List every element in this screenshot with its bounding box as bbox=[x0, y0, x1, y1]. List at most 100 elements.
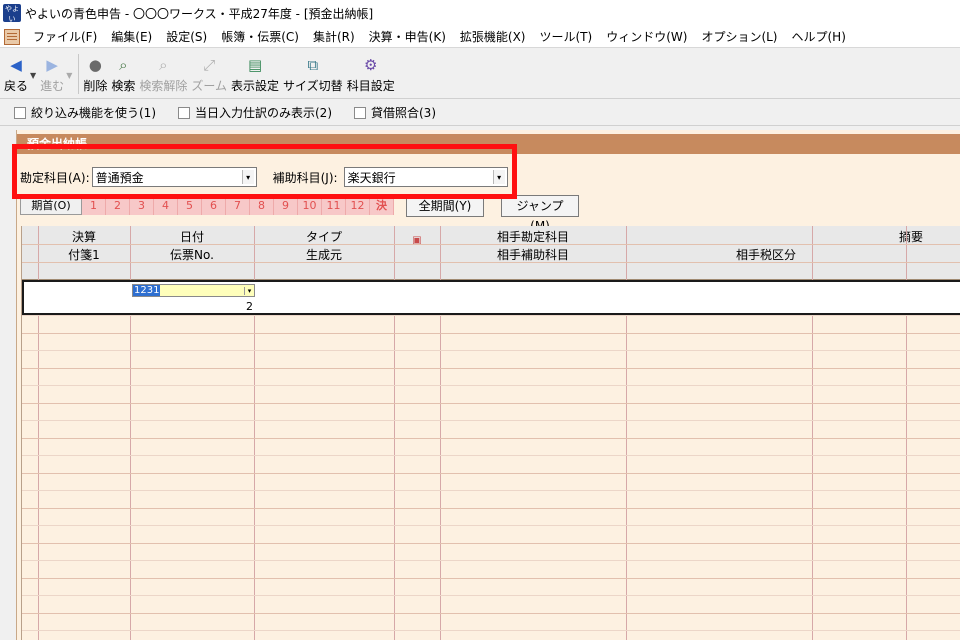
sub-account-select[interactable]: 楽天銀行 ▾ bbox=[343, 167, 508, 187]
month-tab[interactable]: 3 bbox=[130, 197, 154, 215]
zoom-icon: ⤢ bbox=[203, 56, 216, 74]
display-settings-button[interactable]: ▤ 表示設定 bbox=[231, 49, 279, 94]
grid-row-line bbox=[22, 368, 960, 369]
month-tab[interactable]: 9 bbox=[274, 197, 298, 215]
forward-dropdown-icon[interactable]: ▼ bbox=[66, 71, 72, 80]
period-tabs: 期首(O) 1 2 3 4 5 6 7 8 9 10 11 12 決 全期間(Y… bbox=[17, 195, 960, 233]
period-first-button[interactable]: 期首(O) bbox=[20, 197, 82, 215]
zoom-button[interactable]: ⤢ ズーム bbox=[191, 49, 227, 94]
account-settings-icon: ⚙ bbox=[363, 56, 378, 74]
grid-row-line bbox=[22, 333, 960, 334]
clear-search-label: 検索解除 bbox=[139, 79, 188, 93]
size-toggle-label: サイズ切替 bbox=[283, 79, 343, 93]
month-tab[interactable]: 5 bbox=[178, 197, 202, 215]
today-only-option[interactable]: 当日入力仕訳のみ表示(2) bbox=[178, 104, 332, 121]
grid-row-line bbox=[22, 315, 960, 316]
back-dropdown-icon[interactable]: ▼ bbox=[30, 71, 36, 80]
grid-row-line bbox=[22, 560, 960, 561]
document-icon[interactable] bbox=[4, 28, 20, 45]
month-tab[interactable]: 12 bbox=[346, 197, 370, 215]
menu-summary[interactable]: 集計(R) bbox=[306, 28, 362, 45]
forward-button[interactable]: ▶ 進む bbox=[40, 49, 64, 94]
menu-settings[interactable]: 設定(S) bbox=[159, 28, 214, 45]
menu-tools[interactable]: ツール(T) bbox=[533, 28, 600, 45]
delete-icon: ● bbox=[88, 56, 102, 74]
menu-bar: ファイル(F) 編集(E) 設定(S) 帳簿・伝票(C) 集計(R) 決算・申告… bbox=[0, 26, 960, 48]
title-bar: やよい やよいの青色申告 - 〇〇〇ワークス・平成27年度 - [預金出納帳] bbox=[0, 0, 960, 26]
grid-row-line bbox=[22, 438, 960, 439]
window-title: やよいの青色申告 - 〇〇〇ワークス・平成27年度 - [預金出納帳] bbox=[25, 6, 374, 21]
sub-account-label: 補助科目(J): bbox=[272, 170, 338, 185]
grid-row-line bbox=[22, 385, 960, 386]
month-tab[interactable]: 2 bbox=[106, 197, 130, 215]
back-arrow-icon: ◀ bbox=[10, 56, 22, 74]
today-only-checkbox[interactable] bbox=[178, 106, 190, 119]
today-only-label: 当日入力仕訳のみ表示(2) bbox=[195, 106, 332, 120]
grid-row-line bbox=[22, 630, 960, 631]
all-period-button[interactable]: 全期間(Y) bbox=[406, 195, 484, 217]
grid-row-line bbox=[22, 350, 960, 351]
panel-title: 預金出納帳 bbox=[17, 134, 960, 154]
account-select[interactable]: 普通預金 ▾ bbox=[91, 167, 257, 187]
voucher-number: 2 bbox=[246, 300, 253, 313]
toolbar-separator bbox=[78, 54, 80, 94]
sub-account-select-value: 楽天銀行 bbox=[347, 170, 396, 185]
balance-check-checkbox[interactable] bbox=[354, 106, 366, 119]
grid-row-line bbox=[22, 455, 960, 456]
forward-label: 進む bbox=[40, 79, 65, 93]
grid-row-line bbox=[22, 508, 960, 509]
account-label: 勘定科目(A): bbox=[20, 170, 90, 185]
month-tab[interactable]: 11 bbox=[322, 197, 346, 215]
toolbar: ◀ 戻る ▼ ▶ 進む ▼ ● 削除 ⌕ 検索 ⌕ 検索解除 ⤢ ズーム ▤ 表… bbox=[0, 49, 960, 99]
size-toggle-icon: ⧉ bbox=[307, 56, 319, 74]
menu-books[interactable]: 帳簿・伝票(C) bbox=[214, 28, 306, 45]
forward-arrow-icon: ▶ bbox=[46, 56, 58, 74]
narrow-filter-label: 絞り込み機能を使う(1) bbox=[31, 106, 156, 120]
menu-file[interactable]: ファイル(F) bbox=[26, 28, 104, 45]
month-tab[interactable]: 1 bbox=[82, 197, 106, 215]
account-selector-row: 勘定科目(A): 普通預金 ▾ 補助科目(J): 楽天銀行 ▾ bbox=[17, 164, 960, 190]
back-button[interactable]: ◀ 戻る bbox=[4, 49, 28, 94]
grid-row-line bbox=[22, 473, 960, 474]
narrow-filter-option[interactable]: 絞り込み機能を使う(1) bbox=[14, 104, 156, 121]
account-settings-label: 科目設定 bbox=[346, 79, 395, 93]
chevron-down-icon[interactable]: ▾ bbox=[241, 170, 254, 184]
jump-button[interactable]: ジャンプ(M) bbox=[501, 195, 579, 233]
grid-row-line bbox=[22, 420, 960, 421]
display-settings-icon: ▤ bbox=[247, 56, 263, 74]
balance-check-option[interactable]: 貸借照合(3) bbox=[354, 104, 436, 121]
month-tab[interactable]: 7 bbox=[226, 197, 250, 215]
month-tab[interactable]: 8 bbox=[250, 197, 274, 215]
clear-search-icon: ⌕ bbox=[159, 56, 168, 74]
search-icon: ⌕ bbox=[119, 56, 128, 74]
month-tab[interactable]: 10 bbox=[298, 197, 322, 215]
back-label: 戻る bbox=[4, 79, 29, 93]
menu-window[interactable]: ウィンドウ(W) bbox=[599, 28, 694, 45]
clear-search-button[interactable]: ⌕ 検索解除 bbox=[139, 49, 187, 94]
chevron-down-icon[interactable]: ▾ bbox=[492, 170, 505, 184]
month-tab[interactable]: 6 bbox=[202, 197, 226, 215]
chevron-down-icon[interactable]: ▾ bbox=[244, 286, 254, 295]
balance-check-label: 貸借照合(3) bbox=[371, 106, 436, 120]
search-button[interactable]: ⌕ 検索 bbox=[111, 49, 135, 94]
note-icon[interactable]: ▣ bbox=[394, 232, 440, 250]
zoom-label: ズーム bbox=[191, 79, 228, 93]
menu-help[interactable]: ヘルプ(H) bbox=[785, 28, 853, 45]
delete-button[interactable]: ● 削除 bbox=[83, 49, 107, 94]
account-settings-button[interactable]: ⚙ 科目設定 bbox=[347, 49, 395, 94]
grid-row-line bbox=[22, 578, 960, 579]
menu-closing[interactable]: 決算・申告(K) bbox=[362, 28, 453, 45]
date-input[interactable]: 1231 ▾ bbox=[132, 284, 255, 297]
menu-options[interactable]: オプション(L) bbox=[694, 28, 784, 45]
settlement-tab[interactable]: 決 bbox=[370, 197, 394, 215]
month-tab[interactable]: 4 bbox=[154, 197, 178, 215]
size-toggle-button[interactable]: ⧉ サイズ切替 bbox=[283, 49, 343, 94]
grid-header-line bbox=[22, 244, 960, 245]
active-entry-row[interactable]: 1231 ▾ 2 bbox=[22, 280, 960, 315]
menu-extensions[interactable]: 拡張機能(X) bbox=[453, 28, 533, 45]
narrow-filter-checkbox[interactable] bbox=[14, 106, 26, 119]
app-logo-text: やよい bbox=[5, 5, 19, 23]
grid-row-line bbox=[22, 490, 960, 491]
menu-edit[interactable]: 編集(E) bbox=[104, 28, 159, 45]
grid-row-line bbox=[22, 543, 960, 544]
